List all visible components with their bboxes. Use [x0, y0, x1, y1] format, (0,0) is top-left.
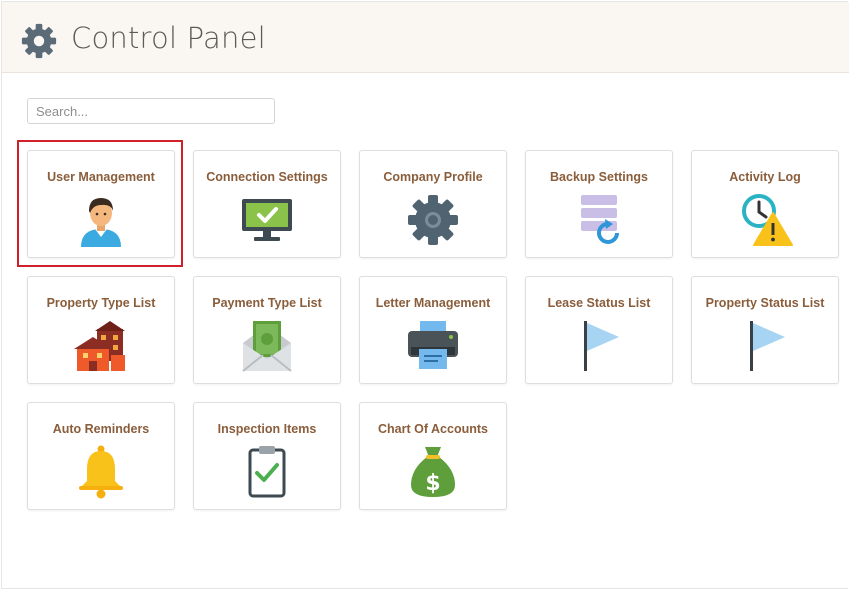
tile-backup-settings[interactable]: Backup Settings [525, 150, 673, 258]
tile-label: Payment Type List [212, 296, 322, 310]
gear-icon [20, 22, 58, 60]
tile-chart-of-accounts[interactable]: Chart Of Accounts $ [359, 402, 507, 510]
tile-label: Company Profile [383, 170, 483, 184]
money-bag-icon: $ [405, 443, 461, 499]
tile-property-status-list[interactable]: Property Status List [691, 276, 839, 384]
flag-icon [571, 317, 627, 373]
page-title: Control Panel [71, 21, 266, 55]
tile-label: Property Status List [705, 296, 825, 310]
selection-highlight [17, 140, 183, 267]
tile-label: Auto Reminders [52, 422, 150, 436]
printer-icon [405, 317, 461, 373]
tile-label: Lease Status List [547, 296, 651, 310]
tile-letter-management[interactable]: Letter Management [359, 276, 507, 384]
tile-label: Backup Settings [550, 170, 648, 184]
money-envelope-icon [239, 317, 295, 373]
tile-label: Letter Management [375, 296, 491, 310]
monitor-check-icon [239, 191, 295, 247]
flag-icon [737, 317, 793, 373]
tile-label: Activity Log [729, 170, 801, 184]
tile-connection-settings[interactable]: Connection Settings [193, 150, 341, 258]
tile-activity-log[interactable]: Activity Log [691, 150, 839, 258]
database-restore-icon [571, 191, 627, 247]
tile-inspection-items[interactable]: Inspection Items [193, 402, 341, 510]
clock-warning-icon [737, 191, 793, 247]
svg-text:$: $ [425, 471, 440, 496]
tile-label: Connection Settings [206, 170, 328, 184]
bell-icon [73, 443, 129, 499]
gear-icon [405, 191, 461, 247]
clipboard-check-icon [239, 443, 295, 499]
tile-property-type-list[interactable]: Property Type List [27, 276, 175, 384]
tile-label: Property Type List [46, 296, 156, 310]
tile-label: Inspection Items [217, 422, 317, 436]
search-input[interactable] [27, 98, 275, 124]
tile-auto-reminders[interactable]: Auto Reminders [27, 402, 175, 510]
tile-company-profile[interactable]: Company Profile [359, 150, 507, 258]
tile-lease-status-list[interactable]: Lease Status List [525, 276, 673, 384]
buildings-icon [73, 317, 129, 373]
tile-payment-type-list[interactable]: Payment Type List [193, 276, 341, 384]
page-header: Control Panel [2, 2, 849, 73]
tile-label: Chart Of Accounts [378, 422, 488, 436]
